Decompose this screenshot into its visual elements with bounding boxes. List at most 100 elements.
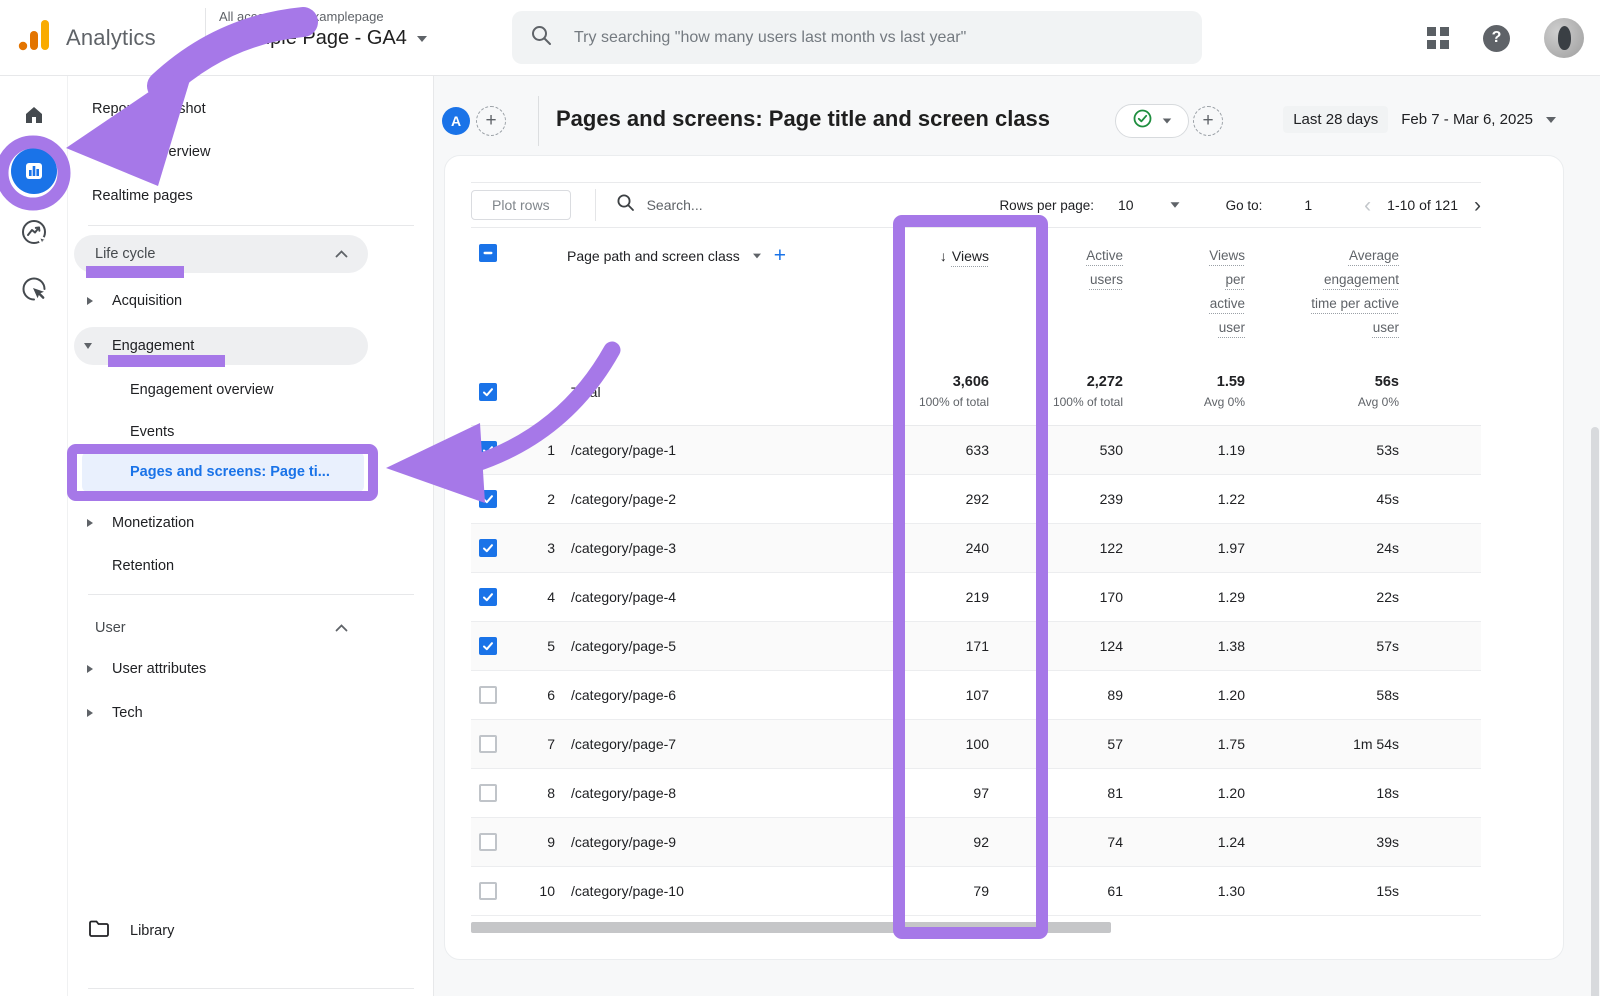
row-checkbox[interactable] bbox=[479, 490, 497, 508]
nav-item-monetization[interactable]: Monetization bbox=[68, 502, 434, 544]
row-index: 1 bbox=[519, 442, 555, 458]
account-avatar[interactable] bbox=[1544, 18, 1584, 58]
chevron-up-icon[interactable] bbox=[335, 620, 348, 636]
go-to-label: Go to: bbox=[1226, 198, 1263, 213]
search-icon bbox=[530, 24, 552, 51]
global-search-input[interactable] bbox=[574, 29, 1174, 47]
table-search-input[interactable] bbox=[647, 197, 817, 213]
row-views-per-active-user: 1.24 bbox=[1123, 834, 1245, 850]
total-checkbox[interactable] bbox=[479, 383, 497, 401]
nav-section-user[interactable]: User bbox=[68, 607, 434, 649]
report-table-card: Plot rows Rows per page: 10 Go to: 1 ‹ 1… bbox=[444, 155, 1564, 960]
main-content: A + Pages and screens: Page title and sc… bbox=[434, 76, 1600, 996]
chevron-down-icon[interactable] bbox=[1170, 202, 1179, 207]
breadcrumb-account[interactable]: All accounts bbox=[219, 9, 289, 24]
global-search[interactable] bbox=[512, 11, 1202, 64]
row-active-users: 530 bbox=[989, 442, 1123, 458]
add-report-button[interactable]: + bbox=[1193, 106, 1223, 136]
date-range-picker[interactable]: Last 28 days Feb 7 - Mar 6, 2025 bbox=[1283, 106, 1556, 133]
previous-page-button[interactable]: ‹ bbox=[1364, 195, 1371, 216]
total-avg-engagement-time: 56s Avg 0% bbox=[1245, 374, 1399, 409]
row-checkbox[interactable] bbox=[479, 833, 497, 851]
column-header-active-users[interactable]: Active users bbox=[989, 228, 1123, 292]
nav-item-engagement[interactable]: Engagement bbox=[68, 325, 434, 367]
row-active-users: 239 bbox=[989, 491, 1123, 507]
advertising-icon[interactable] bbox=[0, 267, 68, 311]
row-active-users: 89 bbox=[989, 687, 1123, 703]
row-views-per-active-user: 1.20 bbox=[1123, 785, 1245, 801]
nav-item-realtime-pages[interactable]: Realtime pages bbox=[68, 175, 434, 217]
nav-item-events[interactable]: Events bbox=[68, 411, 434, 453]
row-avg-engagement-time: 22s bbox=[1245, 589, 1399, 605]
nav-item-engagement-overview[interactable]: Engagement overview bbox=[68, 369, 434, 411]
go-to-value[interactable]: 1 bbox=[1304, 197, 1312, 213]
row-checkbox[interactable] bbox=[479, 784, 497, 802]
row-checkbox[interactable] bbox=[479, 686, 497, 704]
explore-icon[interactable] bbox=[0, 210, 68, 254]
home-icon[interactable] bbox=[0, 93, 68, 137]
nav-item-reports-snapshot[interactable]: Reports snapshot bbox=[68, 88, 434, 130]
row-index: 7 bbox=[519, 736, 555, 752]
row-views-per-active-user: 1.30 bbox=[1123, 883, 1245, 899]
row-active-users: 61 bbox=[989, 883, 1123, 899]
apps-grid-icon[interactable] bbox=[1427, 27, 1449, 49]
ga4-screen: Analytics All accounts > examplepage Exa… bbox=[0, 0, 1600, 996]
row-index: 2 bbox=[519, 491, 555, 507]
row-checkbox[interactable] bbox=[479, 637, 497, 655]
chevron-up-icon[interactable] bbox=[335, 246, 348, 262]
column-header-avg-engagement-time[interactable]: Average engagement time per active user bbox=[1245, 228, 1399, 340]
nav-item-pages-and-screens[interactable]: Pages and screens: Page ti... bbox=[68, 451, 434, 493]
expand-down-icon bbox=[84, 343, 92, 349]
table-row: 3/category/page-32401221.9724s bbox=[471, 524, 1481, 573]
nav-section-life-cycle[interactable]: Life cycle bbox=[68, 233, 434, 275]
plot-rows-button[interactable]: Plot rows bbox=[471, 190, 571, 220]
row-views-per-active-user: 1.22 bbox=[1123, 491, 1245, 507]
nav-item-realtime-overview[interactable]: Realtime overview bbox=[68, 131, 434, 173]
row-checkbox[interactable] bbox=[479, 441, 497, 459]
row-views: 240 bbox=[839, 540, 989, 556]
horizontal-scrollbar[interactable] bbox=[471, 922, 1111, 933]
expand-right-icon bbox=[87, 519, 93, 527]
row-checkbox[interactable] bbox=[479, 588, 497, 606]
rows-per-page-label: Rows per page: bbox=[999, 198, 1094, 213]
chevron-down-icon[interactable] bbox=[753, 254, 761, 259]
reports-icon[interactable] bbox=[0, 149, 68, 193]
add-dimension-icon[interactable]: + bbox=[774, 244, 786, 268]
nav-item-library[interactable]: Library bbox=[68, 910, 434, 952]
table-row: 7/category/page-7100571.751m 54s bbox=[471, 720, 1481, 769]
row-views: 171 bbox=[839, 638, 989, 654]
row-checkbox[interactable] bbox=[479, 882, 497, 900]
dimension-header[interactable]: Page path and screen class bbox=[567, 248, 740, 264]
table-search[interactable] bbox=[616, 193, 817, 217]
nav-item-user-attributes[interactable]: User attributes bbox=[68, 648, 434, 690]
workspace-avatar[interactable]: A bbox=[442, 107, 470, 135]
nav-divider bbox=[88, 225, 414, 226]
total-active-users: 2,272 100% of total bbox=[989, 374, 1123, 409]
row-page-path: /category/page-9 bbox=[555, 834, 839, 850]
row-checkbox[interactable] bbox=[479, 735, 497, 753]
breadcrumb-entity[interactable]: examplepage bbox=[306, 9, 384, 24]
nav-rail bbox=[0, 76, 68, 996]
select-all-checkbox[interactable] bbox=[479, 244, 497, 262]
add-comparison-button[interactable]: + bbox=[476, 106, 506, 136]
nav-item-retention[interactable]: Retention bbox=[68, 545, 434, 587]
row-avg-engagement-time: 58s bbox=[1245, 687, 1399, 703]
rows-per-page-value[interactable]: 10 bbox=[1118, 197, 1134, 213]
column-header-views-per-active-user[interactable]: Views per active user bbox=[1123, 228, 1245, 340]
next-page-button[interactable]: › bbox=[1474, 195, 1481, 216]
row-page-path: /category/page-2 bbox=[555, 491, 839, 507]
report-status-control[interactable] bbox=[1115, 104, 1189, 138]
row-index: 8 bbox=[519, 785, 555, 801]
help-icon[interactable]: ? bbox=[1483, 25, 1510, 52]
row-views: 79 bbox=[839, 883, 989, 899]
nav-item-acquisition[interactable]: Acquisition bbox=[68, 280, 434, 322]
table-toolbar: Plot rows Rows per page: 10 Go to: 1 ‹ 1… bbox=[471, 182, 1481, 228]
column-header-views[interactable]: ↓Views bbox=[839, 228, 989, 268]
row-views: 100 bbox=[839, 736, 989, 752]
row-checkbox[interactable] bbox=[479, 539, 497, 557]
expand-right-icon bbox=[87, 297, 93, 305]
property-selector[interactable]: Example Page - GA4 bbox=[219, 27, 427, 50]
breadcrumb[interactable]: All accounts > examplepage bbox=[219, 9, 427, 24]
vertical-scrollbar[interactable] bbox=[1591, 427, 1599, 996]
nav-item-tech[interactable]: Tech bbox=[68, 692, 434, 734]
